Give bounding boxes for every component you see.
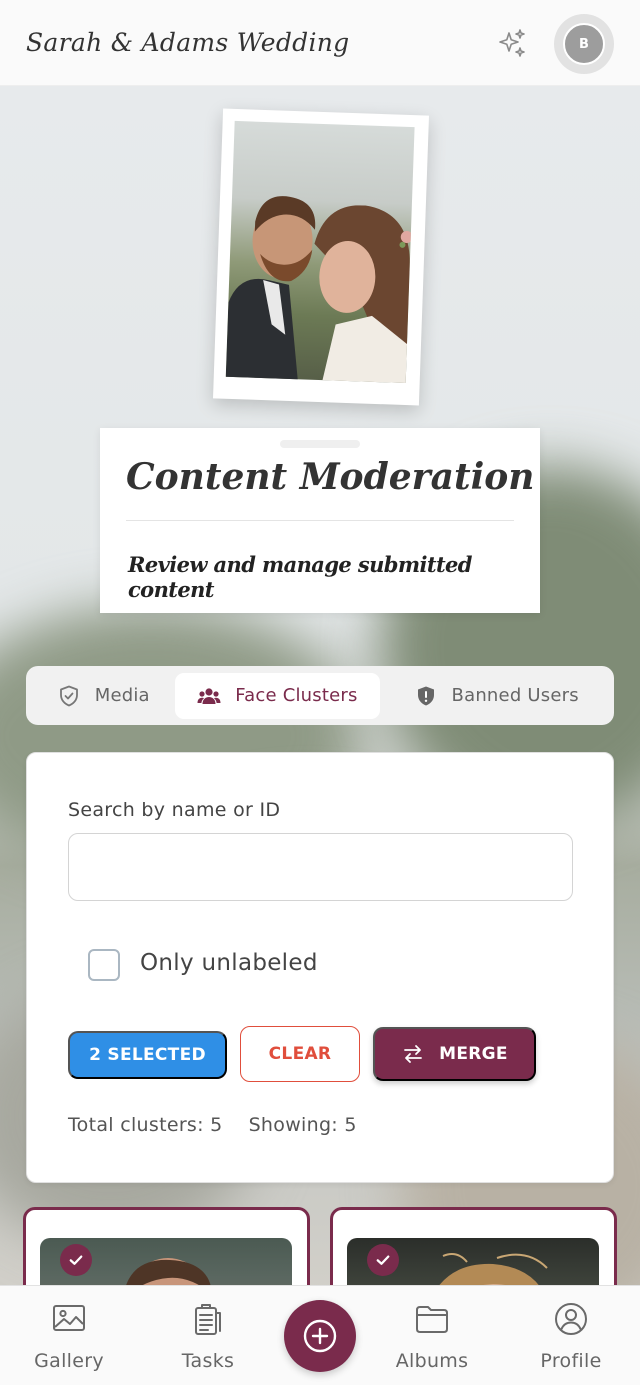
page-subtitle: Review and manage submitted content [128, 552, 472, 602]
clear-button[interactable]: CLEAR [240, 1026, 360, 1082]
moderation-tabs: Media Face Clusters Banned Users [26, 666, 614, 725]
tab-banned-users-label: Banned Users [451, 685, 579, 706]
top-app-bar: Sarah & Adams Wedding B [0, 0, 640, 86]
cluster-stats: Total clusters: 5 Showing: 5 [68, 1114, 357, 1136]
nav-tasks-label: Tasks [181, 1350, 235, 1372]
selected-count-button[interactable]: 2 SELECTED [68, 1031, 227, 1079]
sparkle-icon[interactable] [496, 27, 528, 59]
page-title: Content Moderation [126, 456, 535, 498]
avatar-button[interactable]: B [554, 14, 614, 74]
merge-button[interactable]: MERGE [373, 1027, 536, 1081]
clipboard-icon [189, 1300, 227, 1338]
bottom-nav: Gallery Tasks Albums Profile [0, 1285, 640, 1385]
user-circle-icon [552, 1300, 590, 1338]
couple-photo [225, 120, 415, 384]
users-icon [197, 684, 221, 708]
divider [126, 520, 514, 521]
tab-media[interactable]: Media [32, 673, 175, 719]
tab-face-clusters-label: Face Clusters [235, 685, 358, 706]
bride-figure [314, 205, 413, 384]
plus-circle-icon [303, 1319, 337, 1353]
shield-check-icon [57, 684, 81, 708]
nav-gallery-label: Gallery [34, 1350, 104, 1372]
search-input[interactable] [68, 833, 573, 901]
folder-icon [413, 1300, 451, 1338]
nav-profile[interactable]: Profile [516, 1300, 626, 1372]
tab-face-clusters[interactable]: Face Clusters [174, 672, 381, 719]
avatar: B [563, 23, 605, 65]
tab-banned-users[interactable]: Banned Users [384, 673, 608, 719]
shield-alert-icon [414, 684, 438, 708]
merge-label: MERGE [439, 1044, 508, 1064]
add-content-button[interactable] [284, 1300, 356, 1372]
total-clusters: Total clusters: 5 [68, 1114, 223, 1136]
showing-count: Showing: 5 [248, 1114, 357, 1136]
nav-gallery[interactable]: Gallery [14, 1300, 124, 1372]
page-title-card: Content Moderation Review and manage sub… [100, 428, 540, 613]
app-title: Sarah & Adams Wedding [26, 28, 350, 57]
cover-photo-frame [213, 108, 429, 406]
only-unlabeled-label[interactable]: Only unlabeled [140, 950, 318, 976]
nav-tasks[interactable]: Tasks [153, 1300, 263, 1372]
only-unlabeled-checkbox[interactable] [88, 949, 120, 981]
nav-profile-label: Profile [540, 1350, 602, 1372]
nav-albums-label: Albums [395, 1350, 469, 1372]
image-icon [50, 1300, 88, 1338]
checkmark-icon[interactable] [60, 1244, 92, 1276]
swap-arrows-icon [401, 1042, 425, 1066]
search-label: Search by name or ID [68, 799, 281, 821]
checkmark-icon[interactable] [367, 1244, 399, 1276]
tape-decoration [280, 440, 360, 448]
cluster-filter-card: Search by name or ID Only unlabeled 2 SE… [26, 752, 614, 1183]
nav-albums[interactable]: Albums [377, 1300, 487, 1372]
tab-media-label: Media [94, 685, 150, 706]
